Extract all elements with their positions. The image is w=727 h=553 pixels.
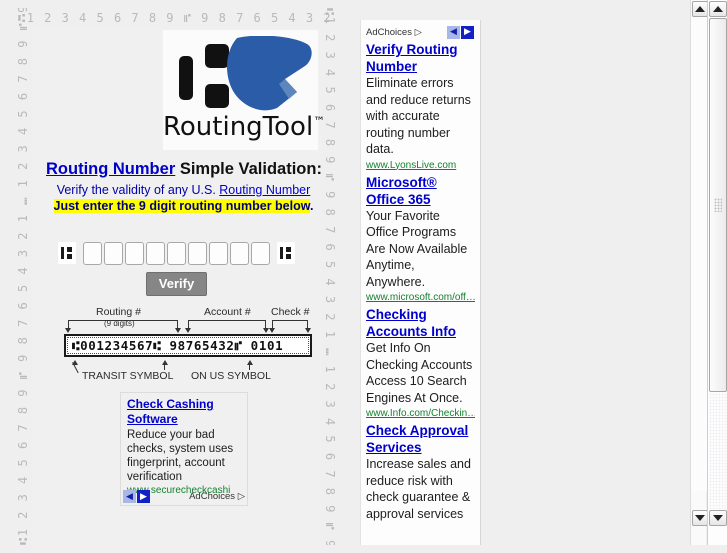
routing-arrow-left (65, 328, 71, 333)
page-title: Routing Number Simple Validation: (46, 160, 322, 179)
verify-button-wrap: Verify (32, 272, 321, 296)
scrollbar-grip-icon (714, 198, 722, 212)
page-subtitle-prefix: Verify the validity of any U.S. (56, 183, 220, 197)
logo-wordmark: RoutingTool™ (163, 112, 325, 142)
routing-digit-6[interactable] (188, 241, 207, 265)
browser-viewport: ⑆1 2 3 4 5 6 7 8 9 ⑈ 9 8 7 6 5 4 3 2 1 ⑉… (0, 0, 727, 553)
inline-ad-title[interactable]: Check Cashing Software (127, 397, 241, 427)
page-subtitle: Verify the validity of any U.S. Routing … (46, 183, 321, 197)
check-anatomy-diagram: Routing # (9 digits) Account # Check # ⑆… (64, 300, 312, 385)
page-subtitle-link[interactable]: Routing Number (219, 183, 310, 197)
routing-digit-9[interactable] (251, 241, 270, 265)
wrench-icon (227, 36, 312, 111)
inner-scrollbar-down-button[interactable] (692, 510, 708, 526)
right-ad-adchoices-label: AdChoices (366, 26, 412, 38)
inline-ad-footer: ◀ ▶ AdChoices ▷ (123, 489, 247, 504)
inline-ad-prev-button[interactable]: ◀ (123, 490, 136, 503)
inner-scrollbar-up-button[interactable] (692, 1, 708, 17)
page-title-rest: Simple Validation: (175, 160, 322, 178)
inline-ad-next-button[interactable]: ▶ (137, 490, 150, 503)
right-ad-body: Increase sales and reduce risk with chec… (366, 457, 471, 521)
routing-digit-2[interactable] (104, 241, 123, 265)
account-label: Account # (204, 306, 251, 318)
right-ad-body: Get Info On Checking Accounts Access 10 … (366, 341, 473, 405)
transit-symbol-label: TRANSIT SYMBOL (82, 370, 174, 382)
page-scrollbar-track[interactable] (709, 393, 727, 509)
routing-label: Routing # (96, 306, 141, 318)
inline-ad-adchoices[interactable]: AdChoices ▷ (189, 491, 247, 502)
routing-number-entry-row (32, 236, 321, 270)
micr-border-left: ⑆1 2 3 4 5 6 7 8 9 ⑈ 9 8 7 6 5 4 3 2 1 ⑉… (16, 8, 30, 545)
page-scrollbar-thumb[interactable] (709, 18, 727, 392)
transit-symbol-arrow-2 (162, 360, 168, 365)
account-bracket (188, 320, 266, 328)
right-ad-url[interactable]: www.microsoft.com/off… (366, 290, 475, 305)
check-arrow-left (269, 328, 275, 333)
micr-transit-symbol-left-icon (58, 242, 76, 264)
routing-arrow-right (175, 328, 181, 333)
check-bracket (272, 320, 308, 328)
verify-button[interactable]: Verify (145, 272, 208, 296)
routing-digit-1[interactable] (83, 241, 102, 265)
page-title-link[interactable]: Routing Number (46, 160, 175, 178)
site-logo[interactable]: RoutingTool™ (163, 30, 325, 150)
adchoices-icon: ▷ (237, 491, 245, 502)
micr-border-right: ⑆1 2 3 4 5 6 7 8 9 ⑈ 9 8 7 6 5 4 3 2 1 ⑉… (323, 8, 337, 545)
inline-ad-block: Check Cashing Software Reduce your bad c… (120, 392, 248, 506)
right-ad-title[interactable]: Microsoft® Office 365 (366, 174, 475, 208)
logo-wordmark-text: RoutingTool (163, 112, 314, 142)
right-ad-adchoices[interactable]: AdChoices ▷ (366, 27, 424, 38)
inline-ad-adchoices-label: AdChoices (189, 491, 236, 502)
right-ad-item: Microsoft® Office 365 Your Favorite Offi… (366, 174, 475, 306)
logo-trademark: ™ (313, 114, 326, 129)
routing-digit-5[interactable] (167, 241, 186, 265)
page-content-area: RoutingTool™ Routing Number Simple Valid… (32, 28, 325, 553)
micr-line-text: ⑆001234567⑆ 98765432⑈ 0101 (72, 338, 284, 353)
right-ad-prev-button[interactable]: ◀ (447, 25, 460, 39)
right-ad-body: Eliminate errors and reduce returns with… (366, 76, 471, 156)
entry-instruction: Just enter the 9 digit routing number be… (46, 199, 321, 213)
micr-transit-symbol-right-icon (277, 242, 295, 264)
inner-frame-scrollbar[interactable] (690, 0, 708, 545)
inline-ad-body: Reduce your bad checks, system uses fing… (127, 429, 234, 483)
micr-border-top: ⑆1 2 3 4 5 6 7 8 9 ⑈ 9 8 7 6 5 4 3 2 1 ⑉… (18, 11, 339, 25)
page-scrollbar-down-button[interactable] (709, 510, 727, 526)
micr-line-box: ⑆001234567⑆ 98765432⑈ 0101 (64, 334, 312, 357)
page-scrollbar[interactable] (707, 0, 727, 545)
check-label: Check # (271, 306, 310, 318)
right-ad-column: AdChoices ▷ ◀ ▶ Verify Routing Number El… (360, 20, 481, 545)
check-arrow-right (305, 328, 311, 333)
right-ad-next-button[interactable]: ▶ (461, 25, 474, 39)
routing-digit-8[interactable] (230, 241, 249, 265)
routing-digit-4[interactable] (146, 241, 165, 265)
micr-border-frame: ⑆1 2 3 4 5 6 7 8 9 ⑈ 9 8 7 6 5 4 3 2 1 ⑉… (14, 8, 339, 553)
on-us-symbol-arrow (247, 360, 253, 365)
right-ad-title[interactable]: Check Approval Services (366, 422, 475, 456)
routing-sublabel: (9 digits) (104, 319, 135, 328)
right-ad-item: Checking Accounts Info Get Info On Check… (366, 306, 475, 421)
right-ad-body: Your Favorite Office Programs Are Now Av… (366, 208, 468, 289)
account-arrow-left (185, 328, 191, 333)
right-ad-header: AdChoices ▷ ◀ ▶ (366, 24, 475, 40)
entry-instruction-period: . (310, 199, 314, 213)
on-us-symbol-label: ON US SYMBOL (191, 370, 271, 382)
inner-scrollbar-track[interactable] (691, 17, 707, 491)
page-scrollbar-up-button[interactable] (709, 1, 727, 17)
entry-instruction-highlight: Just enter the 9 digit routing number be… (53, 199, 310, 213)
right-ad-item: Verify Routing Number Eliminate errors a… (366, 41, 475, 173)
right-ad-item: Check Approval Services Increase sales a… (366, 422, 475, 522)
routing-digit-7[interactable] (209, 241, 228, 265)
right-ad-url[interactable]: www.Info.com/Checkin… (366, 406, 475, 421)
right-ad-title[interactable]: Checking Accounts Info (366, 306, 475, 340)
right-ad-url[interactable]: www.LyonsLive.com (366, 158, 475, 173)
right-ad-title[interactable]: Verify Routing Number (366, 41, 475, 75)
routing-digit-3[interactable] (125, 241, 144, 265)
adchoices-icon: ▷ (414, 26, 422, 38)
